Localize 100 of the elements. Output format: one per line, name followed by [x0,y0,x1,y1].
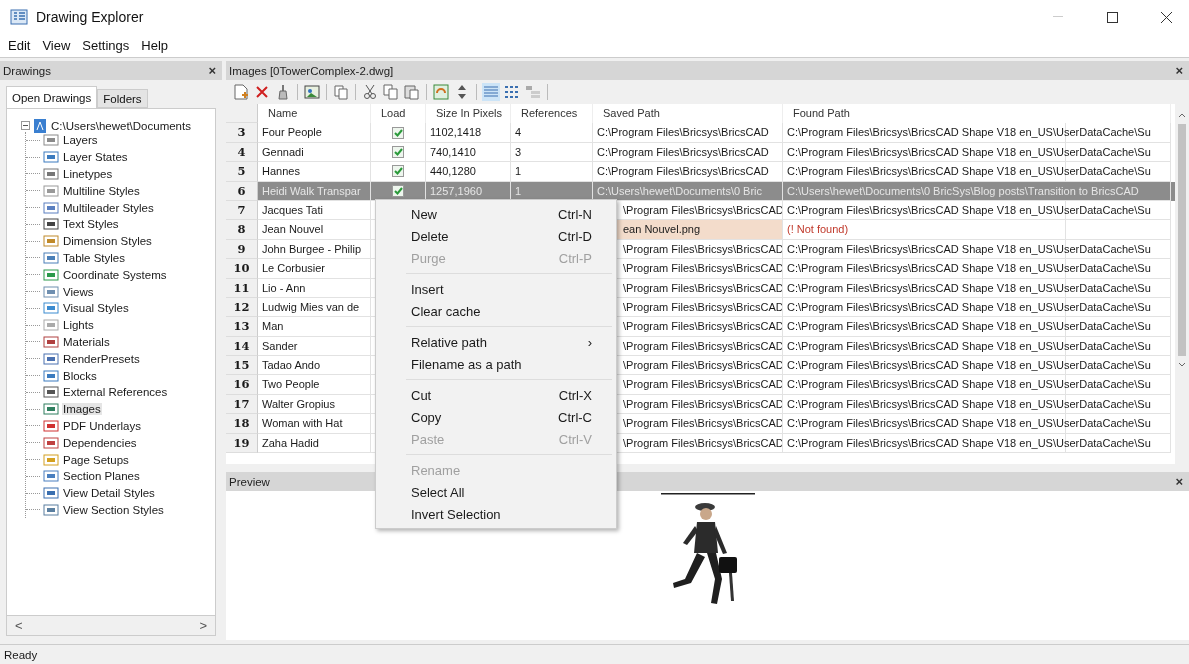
close-button[interactable]: × [1175,475,1183,488]
row-number: 5 [226,162,258,182]
tree-node-icon [43,318,59,333]
close-button[interactable]: × [208,64,216,77]
tree-item[interactable]: View Section Styles [62,503,165,516]
tab[interactable]: Folders [97,89,148,108]
close-icon [256,86,268,98]
tree-item[interactable]: PDF Underlays [62,419,142,432]
scroll-left-button[interactable]: < [11,618,27,633]
row-number: 8 [226,220,258,240]
menu-item[interactable]: Settings [82,38,130,53]
tree-node-icon [43,486,59,501]
tab[interactable]: Open Drawings [6,86,98,108]
tree-item[interactable]: RenderPresets [62,352,141,365]
scroll-right-button[interactable]: > [195,618,211,633]
tree-item[interactable]: Materials [62,335,111,348]
tree-item[interactable]: Dependencies [62,436,138,449]
tree-item[interactable]: Section Planes [62,470,141,483]
image-icon [304,85,320,99]
scissors-icon [363,84,377,100]
menu-item[interactable]: Invert Selection [376,503,616,525]
row-number: 14 [226,336,258,357]
close-button[interactable]: × [1175,64,1183,77]
table-cell: 440,1280 [426,162,511,182]
tree-item[interactable]: Layer States [62,151,129,164]
table-cell: C:\Program Files\Bricsys\BricsCAD Shape V18 en_US\UserDataCache\Su [783,414,1171,434]
maximize-icon[interactable] [1106,11,1118,23]
table-cell: C:\Program Files\Bricsys\BricsCAD Shape V18 en_US\UserDataCache\Su [783,239,1171,260]
tree-node-icon [43,301,59,316]
submenu-arrow: › [587,334,592,350]
tree-item[interactable]: Multiline Styles [62,184,141,197]
tree-item[interactable]: View Detail Styles [62,487,156,500]
row-number: 9 [226,239,258,260]
toolbar-button[interactable] [303,83,321,101]
tree-item[interactable]: Blocks [62,369,98,382]
tree-node-icon [43,385,59,400]
menu-item[interactable]: Edit [8,38,31,53]
new-document-icon [234,84,248,100]
tree-item[interactable]: Views [62,285,95,298]
tree-item[interactable]: Linetypes [62,168,114,180]
toolbar-button[interactable] [382,83,400,101]
menu-item[interactable]: Select All [376,481,616,503]
row-number: 10 [226,259,258,279]
row-number: 18 [226,414,258,434]
tree-node-icon [43,351,59,366]
tree-item[interactable]: Coordinate Systems [62,268,168,281]
tree-item[interactable]: Images [62,403,102,416]
table-cell: Lio - Ann [258,278,371,298]
tree-item[interactable]: Visual Styles [62,302,130,315]
checkbox[interactable] [392,145,404,158]
toolbar-button[interactable] [403,83,421,101]
toolbar-button[interactable] [361,83,379,101]
tree-node-icon [43,217,59,232]
row-number: 11 [226,278,258,298]
toolbar-button[interactable] [332,83,350,101]
table-cell: 4 [511,123,593,143]
refresh-icon [433,84,449,100]
close-icon[interactable] [1160,11,1172,23]
table-cell: C:\Program Files\Bricsys\BricsCAD Shape V18 en_US\UserDataCache\Su [783,162,1171,182]
tree-item[interactable]: Table Styles [62,251,126,264]
tree-item[interactable]: Lights [62,319,95,332]
panel-title: Preview [229,475,270,488]
tree-node-icon [43,200,59,215]
table-cell: C:\Program Files\Bricsys\BricsCAD Shape V18 en_US\UserDataCache\Su [783,356,1171,376]
table-cell: C:\Program Files\Bricsys\BricsCAD Shape V18 en_US\UserDataCache\Su [783,375,1171,395]
collapse-icon[interactable] [21,121,30,130]
tree-node-icon [43,234,59,249]
tree-node-icon [43,402,59,417]
tree-item[interactable]: Text Styles [62,218,120,231]
tree-item[interactable]: Layers [62,134,99,147]
tree-node-icon [43,418,59,433]
panel-title: Drawings [3,64,51,77]
tree-item[interactable]: Dimension Styles [62,235,153,248]
menu-item[interactable]: View [42,38,71,53]
tree-item[interactable]: Multileader Styles [62,201,155,214]
horizontal-scrollbar[interactable]: < > [6,616,216,636]
row-number: 4 [226,142,258,163]
tree-node-icon [43,502,59,517]
tree-node-icon [43,150,59,165]
toolbar-button[interactable] [432,83,450,101]
tree-node-icon [43,368,59,383]
tree-item[interactable]: External References [62,386,169,399]
row-number: 6 [226,181,258,201]
checkbox[interactable] [392,126,404,139]
toolbar-button[interactable] [232,83,250,101]
scroll-down-icon[interactable] [1178,362,1186,368]
tree-view-icon [525,85,541,99]
tree-item[interactable]: C:\Users\hewet\Documents [50,119,192,132]
menu-item[interactable]: Help [141,38,169,53]
row-number: 19 [226,433,258,454]
table-cell: Hannes [258,162,371,182]
scroll-up-icon[interactable] [1178,112,1186,118]
checkbox[interactable] [392,165,404,178]
toolbar-button[interactable] [503,83,521,101]
checkbox[interactable] [392,184,404,197]
tree-node-icon [43,452,59,467]
table-cell: C:\Users\hewet\Documents\0 BricSys\Blog posts\Transition to BricsCAD [783,181,1171,201]
tree-item[interactable]: Page Setups [62,453,130,466]
table-cell: (! Not found) [783,220,1171,240]
shortcut: Ctrl-V [558,431,592,447]
